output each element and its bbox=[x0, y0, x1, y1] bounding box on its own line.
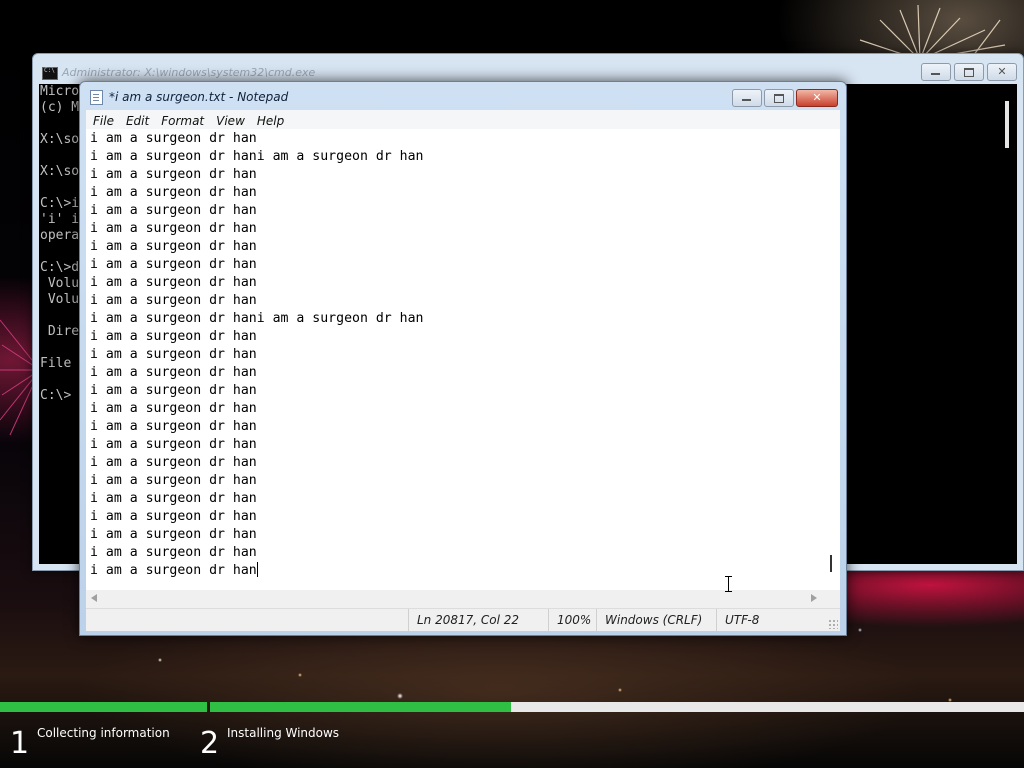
notepad-icon bbox=[90, 90, 103, 105]
notepad-text-line: i am a surgeon dr han bbox=[90, 365, 257, 380]
notepad-titlebar[interactable]: *i am a surgeon.txt - Notepad bbox=[80, 82, 846, 110]
menu-format[interactable]: Format bbox=[154, 112, 209, 128]
step-2-progress-bar bbox=[210, 702, 1024, 712]
notepad-text-line: i am a surgeon dr han bbox=[90, 491, 257, 506]
notepad-text-line: i am a surgeon dr han bbox=[90, 293, 257, 308]
setup-steps: 1 Collecting information 2 Installing Wi… bbox=[0, 716, 1024, 768]
cmd-minimize-button[interactable] bbox=[921, 63, 951, 81]
notepad-maximize-button[interactable] bbox=[764, 89, 794, 107]
menu-help[interactable]: Help bbox=[250, 112, 289, 128]
cmd-line bbox=[40, 148, 79, 164]
notepad-text-line: i am a surgeon dr han bbox=[90, 203, 257, 218]
notepad-vertical-scrollbar[interactable] bbox=[823, 129, 840, 590]
cmd-line bbox=[40, 116, 79, 132]
notepad-text-line: i am a surgeon dr han bbox=[90, 239, 257, 254]
notepad-text-line: i am a surgeon dr han bbox=[90, 437, 257, 452]
notepad-text-line: i am a surgeon dr hani am a surgeon dr h… bbox=[90, 149, 424, 164]
close-icon: ✕ bbox=[997, 65, 1007, 78]
firework-decoration-top-right bbox=[829, 4, 1006, 60]
menu-view[interactable]: View bbox=[209, 112, 250, 128]
cmd-line: Dire bbox=[40, 324, 80, 339]
notepad-text-line: i am a surgeon dr han bbox=[90, 167, 257, 182]
cmd-scrollbar[interactable] bbox=[999, 84, 1017, 564]
cmd-line: 'i' i bbox=[40, 212, 80, 227]
notepad-text-line: i am a surgeon dr han bbox=[90, 545, 257, 560]
cmd-line bbox=[40, 372, 79, 388]
notepad-close-button[interactable] bbox=[796, 89, 838, 107]
notepad-text-line: i am a surgeon dr han bbox=[90, 419, 257, 434]
text-caret bbox=[256, 562, 258, 577]
step-2-label: Installing Windows bbox=[227, 726, 340, 740]
notepad-text-line: i am a surgeon dr han bbox=[90, 257, 257, 272]
notepad-text-content: i am a surgeon dr han i am a surgeon dr h… bbox=[90, 130, 423, 580]
cmd-line: C:\> bbox=[40, 388, 72, 403]
cmd-text: Micro (c) M X:\so X:\so C:\>i'i' i opera C… bbox=[40, 84, 79, 404]
cmd-line: X:\so bbox=[40, 132, 80, 147]
step-2-number: 2 bbox=[200, 726, 220, 761]
cmd-line: (c) M bbox=[40, 100, 80, 115]
cmd-line: X:\so bbox=[40, 164, 80, 179]
cmd-line bbox=[40, 244, 79, 260]
cmd-line: File bbox=[40, 356, 72, 371]
cmd-scrollbar-thumb[interactable] bbox=[1005, 101, 1009, 148]
notepad-text-line: i am a surgeon dr han bbox=[90, 473, 257, 488]
step-1-progress-bar bbox=[0, 702, 207, 712]
notepad-window-title: *i am a surgeon.txt - Notepad bbox=[109, 90, 289, 104]
status-line-endings: Windows (CRLF) bbox=[596, 609, 715, 631]
notepad-minimize-button[interactable] bbox=[732, 89, 762, 107]
cmd-line bbox=[40, 340, 79, 356]
cmd-line: Volu bbox=[40, 276, 80, 291]
notepad-text-line: i am a surgeon dr han bbox=[90, 329, 257, 344]
cmd-line: opera bbox=[40, 228, 80, 243]
notepad-text-line: i am a surgeon dr han bbox=[90, 383, 257, 398]
cmd-line: C:\>i bbox=[40, 196, 80, 211]
notepad-text-line: i am a surgeon dr han bbox=[90, 455, 257, 470]
ibeam-cursor-icon bbox=[725, 576, 732, 592]
notepad-text-line: i am a surgeon dr han bbox=[90, 347, 257, 362]
step-2-progress-fill bbox=[210, 702, 512, 712]
notepad-text-line: i am a surgeon dr han bbox=[90, 131, 257, 146]
resize-grip-icon[interactable] bbox=[828, 619, 838, 629]
cmd-close-button[interactable]: ✕ bbox=[987, 63, 1017, 81]
cmd-line: Micro bbox=[40, 84, 80, 99]
status-cursor-position: Ln 20817, Col 22 bbox=[408, 609, 547, 631]
cmd-line bbox=[40, 308, 79, 324]
step-1-label: Collecting information bbox=[37, 726, 170, 740]
notepad-window[interactable]: *i am a surgeon.txt - Notepad FileEditFo… bbox=[79, 81, 847, 636]
notepad-vertical-scrollbar-thumb[interactable] bbox=[830, 555, 832, 572]
scroll-left-arrow-icon[interactable] bbox=[91, 594, 97, 602]
notepad-text-line: i am a surgeon dr han bbox=[90, 509, 257, 524]
scroll-right-arrow-icon[interactable] bbox=[811, 594, 817, 602]
notepad-text-line: i am a surgeon dr hani am a surgeon dr h… bbox=[90, 311, 424, 326]
cmd-line: C:\>d bbox=[40, 260, 80, 275]
step-1-number: 1 bbox=[10, 726, 30, 761]
menu-edit[interactable]: Edit bbox=[119, 112, 154, 128]
setup-progress bbox=[0, 702, 1024, 712]
notepad-text-area[interactable]: i am a surgeon dr han i am a surgeon dr h… bbox=[86, 129, 840, 590]
cmd-window-title: Administrator: X:\windows\system32\cmd.e… bbox=[62, 66, 316, 79]
notepad-text-line: i am a surgeon dr han bbox=[90, 185, 257, 200]
notepad-text-line: i am a surgeon dr han bbox=[90, 527, 257, 542]
cmd-line bbox=[40, 180, 79, 196]
notepad-menubar: File Edit Format View Help bbox=[86, 110, 840, 129]
status-encoding: UTF-8 bbox=[716, 609, 815, 631]
notepad-horizontal-scrollbar[interactable] bbox=[86, 590, 840, 608]
menu-file[interactable]: File bbox=[86, 112, 119, 128]
cmd-titlebar[interactable]: Administrator: X:\windows\system32\cmd.e… bbox=[33, 54, 1023, 84]
step-1-progress-fill bbox=[0, 702, 207, 712]
notepad-text-line: i am a surgeon dr han bbox=[90, 275, 257, 290]
notepad-text-line: i am a surgeon dr han bbox=[90, 401, 257, 416]
cmd-line: Volu bbox=[40, 292, 80, 307]
notepad-text-line: i am a surgeon dr han bbox=[90, 562, 258, 578]
notepad-text-line: i am a surgeon dr han bbox=[90, 221, 257, 236]
notepad-status-bar: Ln 20817, Col 22 100% Windows (CRLF) UTF… bbox=[86, 608, 840, 631]
cmd-icon bbox=[42, 67, 58, 80]
status-zoom: 100% bbox=[548, 609, 595, 631]
cmd-maximize-button[interactable] bbox=[954, 63, 984, 81]
